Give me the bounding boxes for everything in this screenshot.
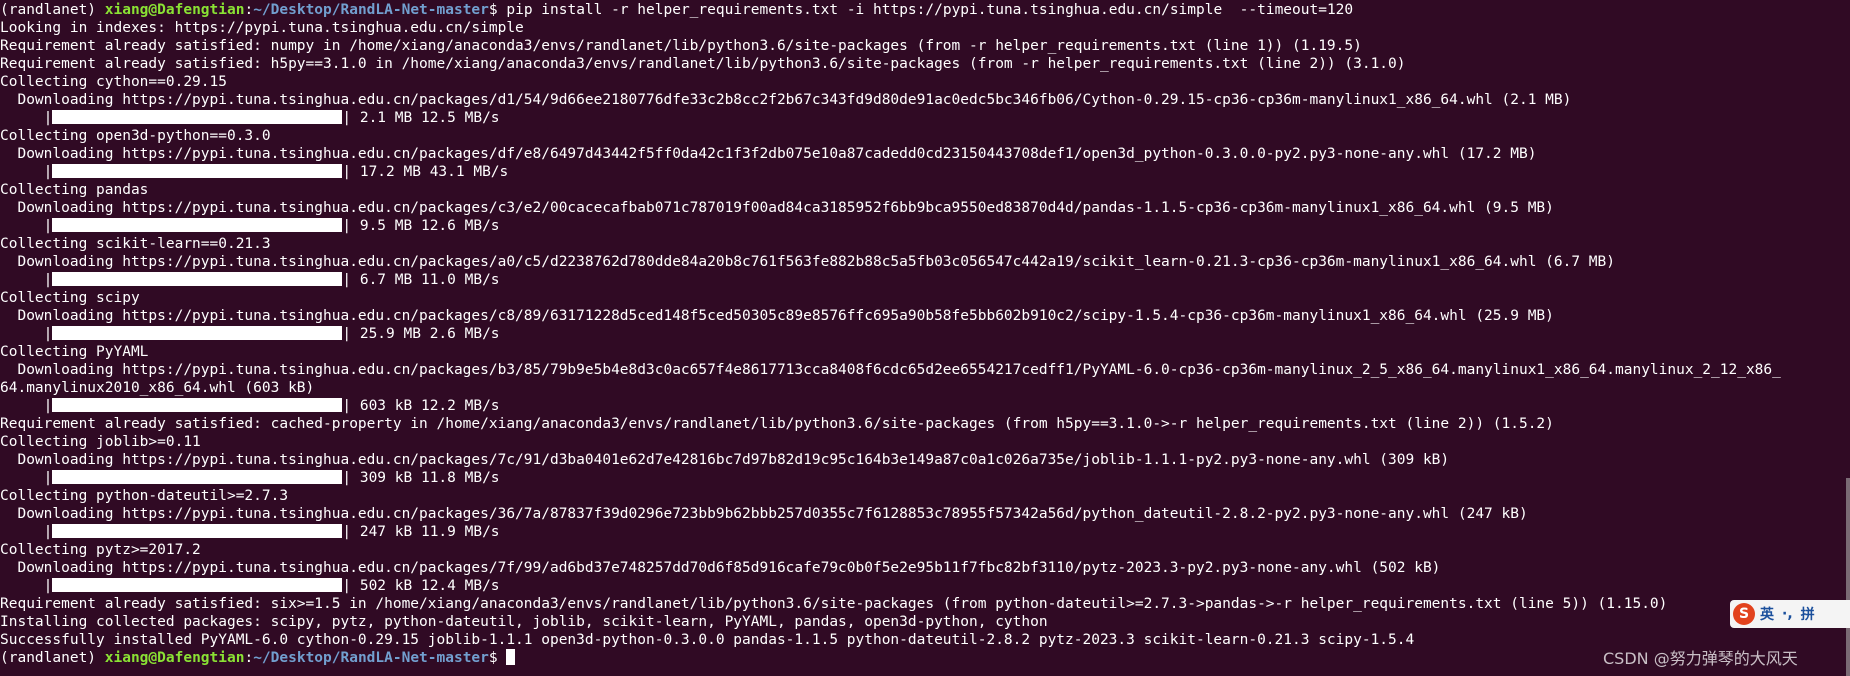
progress-stats: | 247 kB 11.9 MB/s <box>342 524 500 540</box>
progress-stats: | 9.5 MB 12.6 MB/s <box>342 218 500 234</box>
output-line: Requirement already satisfied: numpy in … <box>0 38 1362 54</box>
output-line: Requirement already satisfied: h5py==3.1… <box>0 56 1406 72</box>
current-path: ~/Desktop/RandLA-Net-master <box>253 650 489 666</box>
progress-stats: | 17.2 MB 43.1 MB/s <box>342 164 509 180</box>
output-line: 64.manylinux2010_x86_64.whl (603 kB) <box>0 380 315 396</box>
ime-language-toggle[interactable]: 英 <box>1760 604 1774 624</box>
progress-stats: | 603 kB 12.2 MB/s <box>342 398 500 414</box>
progress-bar <box>52 398 343 412</box>
prompt-line: (randlanet) xiang@Dafengtian:~/Desktop/R… <box>0 1 1850 19</box>
output-line: Collecting scipy <box>0 290 140 306</box>
progress-line: | | 2.1 MB 12.5 MB/s <box>0 109 1850 127</box>
output-line: Downloading https://pypi.tuna.tsinghua.e… <box>0 452 1450 468</box>
scrollbar[interactable] <box>1846 478 1850 676</box>
bar-indent: | <box>0 272 53 288</box>
progress-line: | | 17.2 MB 43.1 MB/s <box>0 163 1850 181</box>
conda-env: (randlanet) <box>0 650 105 666</box>
output-line: Requirement already satisfied: cached-pr… <box>0 416 1554 432</box>
progress-line: | | 25.9 MB 2.6 MB/s <box>0 325 1850 343</box>
output-line: Looking in indexes: https://pypi.tuna.ts… <box>0 20 524 36</box>
progress-stats: | 25.9 MB 2.6 MB/s <box>342 326 500 342</box>
output-line: Downloading https://pypi.tuna.tsinghua.e… <box>0 254 1616 270</box>
bar-indent: | <box>0 470 53 486</box>
bar-indent: | <box>0 218 53 234</box>
progress-line: | | 247 kB 11.9 MB/s <box>0 523 1850 541</box>
progress-bar <box>52 110 343 124</box>
output-line: Downloading https://pypi.tuna.tsinghua.e… <box>0 308 1554 324</box>
output-line: Downloading https://pypi.tuna.tsinghua.e… <box>0 560 1441 576</box>
progress-bar <box>52 578 343 592</box>
progress-bar <box>52 272 343 286</box>
progress-stats: | 2.1 MB 12.5 MB/s <box>342 110 500 126</box>
user-host: xiang@Dafengtian <box>104 2 245 18</box>
output-line: Collecting scikit-learn==0.21.3 <box>0 236 271 252</box>
progress-stats: | 6.7 MB 11.0 MB/s <box>342 272 500 288</box>
bar-indent: | <box>0 398 53 414</box>
bar-indent: | <box>0 110 53 126</box>
progress-stats: | 309 kB 11.8 MB/s <box>342 470 500 486</box>
output-line: Requirement already satisfied: six>=1.5 … <box>0 596 1668 612</box>
progress-bar <box>52 470 343 484</box>
output-line: Collecting python-dateutil>=2.7.3 <box>0 488 289 504</box>
current-path: ~/Desktop/RandLA-Net-master <box>253 2 489 18</box>
prompt-dollar: $ <box>488 2 507 18</box>
user-host: xiang@Dafengtian <box>104 650 245 666</box>
prompt-line[interactable]: (randlanet) xiang@Dafengtian:~/Desktop/R… <box>0 649 1850 667</box>
progress-line: | | 6.7 MB 11.0 MB/s <box>0 271 1850 289</box>
bar-indent: | <box>0 524 53 540</box>
terminal-cursor-icon[interactable] <box>506 649 516 665</box>
progress-line: | | 309 kB 11.8 MB/s <box>0 469 1850 487</box>
csdn-watermark: CSDN @努力弹琴的大风天 <box>1603 649 1798 668</box>
output-line: Collecting PyYAML <box>0 344 149 360</box>
bar-indent: | <box>0 164 53 180</box>
conda-env: (randlanet) <box>0 2 105 18</box>
progress-bar <box>52 326 343 340</box>
progress-line: | | 603 kB 12.2 MB/s <box>0 397 1850 415</box>
prompt-separator: : <box>244 2 254 18</box>
sogou-logo-icon[interactable]: S <box>1733 603 1755 625</box>
prompt-dollar: $ <box>488 650 507 666</box>
output-line: Collecting cython==0.29.15 <box>0 74 227 90</box>
terminal-window[interactable]: (randlanet) xiang@Dafengtian:~/Desktop/R… <box>0 0 1850 676</box>
prompt-separator: : <box>244 650 254 666</box>
progress-bar <box>52 164 343 178</box>
progress-stats: | 502 kB 12.4 MB/s <box>342 578 500 594</box>
command-text: pip install -r helper_requirements.txt -… <box>506 2 1354 18</box>
output-line: Downloading https://pypi.tuna.tsinghua.e… <box>0 200 1554 216</box>
bar-indent: | <box>0 578 53 594</box>
output-line: Collecting pandas <box>0 182 149 198</box>
progress-bar <box>52 218 343 232</box>
output-line: Successfully installed PyYAML-6.0 cython… <box>0 632 1415 648</box>
output-line: Installing collected packages: scipy, py… <box>0 614 1048 630</box>
output-line: Downloading https://pypi.tuna.tsinghua.e… <box>0 506 1528 522</box>
output-line: Downloading https://pypi.tuna.tsinghua.e… <box>0 92 1572 108</box>
output-line: Collecting joblib>=0.11 <box>0 434 201 450</box>
bar-indent: | <box>0 326 53 342</box>
output-line: Downloading https://pypi.tuna.tsinghua.e… <box>0 362 1781 378</box>
ime-toolbar[interactable]: S 英 ·, 拼 <box>1730 600 1850 628</box>
progress-line: | | 9.5 MB 12.6 MB/s <box>0 217 1850 235</box>
progress-bar <box>52 524 343 538</box>
output-line: Downloading https://pypi.tuna.tsinghua.e… <box>0 146 1537 162</box>
output-line: Collecting open3d-python==0.3.0 <box>0 128 271 144</box>
output-line: Collecting pytz>=2017.2 <box>0 542 201 558</box>
ime-pinyin-mode[interactable]: 拼 <box>1801 604 1815 624</box>
progress-line: | | 502 kB 12.4 MB/s <box>0 577 1850 595</box>
ime-punctuation-toggle[interactable]: ·, <box>1782 606 1793 622</box>
